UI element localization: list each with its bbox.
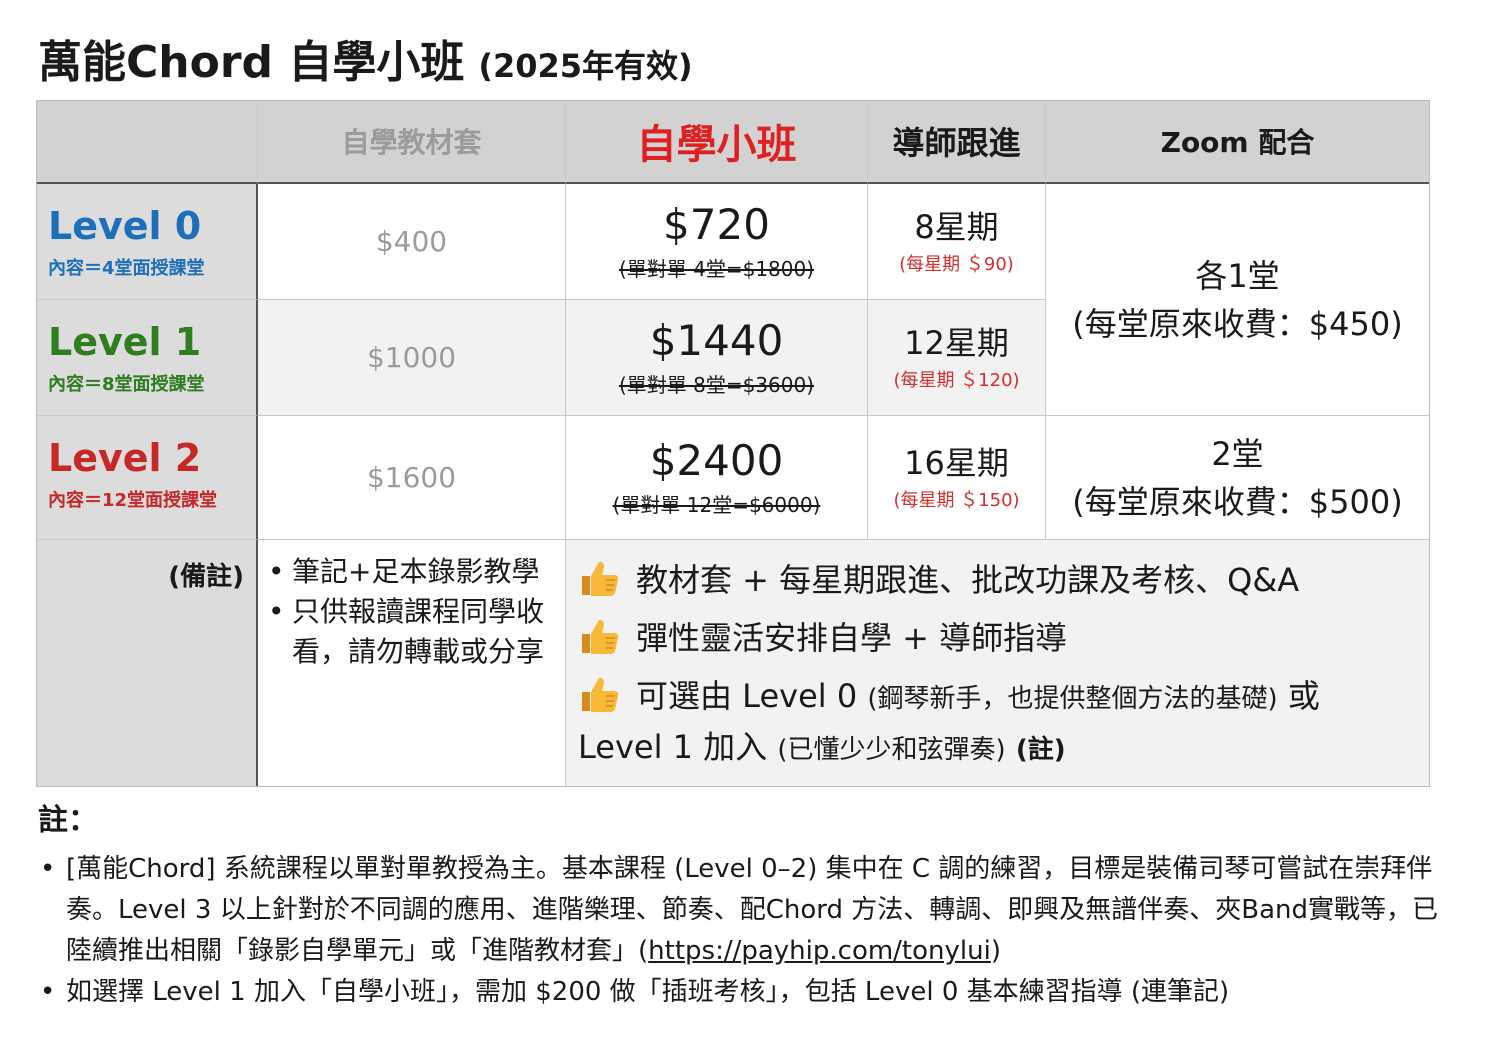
benefit-2-text: 彈性靈活安排自學 + 導師指導 xyxy=(636,619,1068,657)
header-zoom: Zoom 配合 xyxy=(1046,100,1430,184)
footer-note-1-end: ) xyxy=(990,936,1001,966)
header-blank xyxy=(36,100,258,184)
benefit-2: 彈性靈活安排自學 + 導師指導 xyxy=(578,616,1429,660)
footer-list: [萬能Chord] 系統課程以單對單教授為主。基本課程 (Level 0–2) … xyxy=(38,849,1438,1013)
level2-kit-price: $1600 xyxy=(366,461,457,494)
pricing-table: 自學教材套 自學小班 導師跟進 Zoom 配合 Level 0 內容＝4堂面授課… xyxy=(36,100,1430,787)
thumbs-up-icon xyxy=(582,677,619,712)
level0-original-price: (單對單 4堂=$1800) xyxy=(618,257,815,281)
benefit-3-part-f: (註) xyxy=(1015,735,1066,765)
thumbs-up-icon xyxy=(582,561,619,596)
level2-desc: 內容＝12堂面授課堂 xyxy=(48,490,218,511)
level1-desc: 內容＝8堂面授課堂 xyxy=(48,374,205,395)
level2-weeks: 16星期 xyxy=(904,443,1009,482)
footer-note-1: [萬能Chord] 系統課程以單對單教授為主。基本課程 (Level 0–2) … xyxy=(38,849,1438,972)
level2-name: Level 2 xyxy=(48,436,202,480)
benefits-cell: 教材套 + 每星期跟進、批改功課及考核、Q&A 彈性靈活安排自學 + 導師指導 … xyxy=(566,540,1430,787)
title-main: 萬能Chord 自學小班 xyxy=(38,37,465,88)
level0-weekly: (每星期 ＄90) xyxy=(899,253,1014,275)
level2-label: Level 2 內容＝12堂面授課堂 xyxy=(36,416,258,540)
remarks-label: (備註) xyxy=(168,562,244,592)
level2-class-cell: $2400 (單對單 12堂=$6000) xyxy=(566,416,868,540)
zoom-b-line1: 2堂 xyxy=(1211,434,1264,473)
kit-notes-cell: 筆記+足本錄影教學 只供報讀課程同學收看，請勿轉載或分享 xyxy=(258,540,566,787)
level0-kit-cell: $400 xyxy=(258,184,566,300)
level1-class-cell: $1440 (單對單 8堂=$3600) xyxy=(566,300,868,416)
benefit-3: 可選由 Level 0 (鋼琴新手，也提供整個方法的基礎) 或 xyxy=(578,674,1429,721)
level1-kit-cell: $1000 xyxy=(258,300,566,416)
benefit-3-part-a: 可選由 Level 0 xyxy=(636,677,858,715)
zoom-b-line2: (每堂原來收費：$500) xyxy=(1072,482,1403,521)
level2-original-price: (單對單 12堂=$6000) xyxy=(612,493,821,517)
level1-label: Level 1 內容＝8堂面授課堂 xyxy=(36,300,258,416)
level0-label: Level 0 內容＝4堂面授課堂 xyxy=(36,184,258,300)
level0-class-cell: $720 (單對單 4堂=$1800) xyxy=(566,184,868,300)
level1-name: Level 1 xyxy=(48,320,202,364)
kit-note-2: 只供報讀課程同學收看，請勿轉載或分享 xyxy=(258,592,553,672)
footer-notes: 註： [萬能Chord] 系統課程以單對單教授為主。基本課程 (Level 0–… xyxy=(38,795,1438,1013)
level2-class-price: $2400 xyxy=(649,436,784,485)
benefit-1-text: 教材套 + 每星期跟進、批改功課及考核、Q&A xyxy=(636,561,1300,599)
payhip-link[interactable]: https://payhip.com/tonylui xyxy=(648,936,991,966)
benefit-3-part-b: (鋼琴新手，也提供整個方法的基礎) xyxy=(867,684,1278,714)
level0-weeks: 8星期 xyxy=(914,207,999,246)
zoom-a-line2: (每堂原來收費：$450) xyxy=(1072,304,1403,343)
zoom-a-line1: 各1堂 xyxy=(1195,256,1280,295)
level2-kit-cell: $1600 xyxy=(258,416,566,540)
benefit-1: 教材套 + 每星期跟進、批改功課及考核、Q&A xyxy=(578,558,1429,602)
level1-class-price: $1440 xyxy=(649,316,784,365)
zoom-cell-level2: 2堂 (每堂原來收費：$500) xyxy=(1046,416,1430,540)
level0-tutor-cell: 8星期 (每星期 ＄90) xyxy=(868,184,1046,300)
header-kit: 自學教材套 xyxy=(258,100,566,184)
level1-tutor-cell: 12星期 (每星期 ＄120) xyxy=(868,300,1046,416)
footer-heading: 註： xyxy=(38,803,98,838)
level0-class-price: $720 xyxy=(663,200,770,249)
benefit-3-part-e: (已懂少少和弦彈奏) xyxy=(777,735,1006,765)
benefit-3-cont: Level 1 加入 (已懂少少和弦彈奏) (註) xyxy=(578,725,1429,772)
footer-note-2: 如選擇 Level 1 加入「自學小班」，需加 $200 做「插班考核」，包括 … xyxy=(38,972,1438,1013)
level2-tutor-cell: 16星期 (每星期 ＄150) xyxy=(868,416,1046,540)
thumbs-up-icon xyxy=(582,619,619,654)
kit-notes-list: 筆記+足本錄影教學 只供報讀課程同學收看，請勿轉載或分享 xyxy=(258,552,553,672)
level0-kit-price: $400 xyxy=(375,225,448,258)
title-sub: (2025年有效) xyxy=(478,47,693,85)
kit-note-1: 筆記+足本錄影教學 xyxy=(258,552,553,592)
level1-weeks: 12星期 xyxy=(904,323,1009,362)
level1-weekly: (每星期 ＄120) xyxy=(893,369,1020,391)
benefit-3-part-c: 或 xyxy=(1287,677,1320,715)
zoom-cell-level0-1: 各1堂 (每堂原來收費：$450) xyxy=(1046,184,1430,416)
remarks-label-cell: (備註) xyxy=(36,540,258,787)
level1-original-price: (單對單 8堂=$3600) xyxy=(618,373,815,397)
page-title: 萬能Chord 自學小班 (2025年有效) xyxy=(38,30,693,96)
header-tutor: 導師跟進 xyxy=(868,100,1046,184)
level2-weekly: (每星期 ＄150) xyxy=(893,489,1020,511)
level0-name: Level 0 xyxy=(48,204,202,248)
level0-desc: 內容＝4堂面授課堂 xyxy=(48,258,205,279)
benefit-3-part-d: Level 1 加入 xyxy=(578,728,768,766)
header-class: 自學小班 xyxy=(566,100,868,184)
level1-kit-price: $1000 xyxy=(366,341,457,374)
